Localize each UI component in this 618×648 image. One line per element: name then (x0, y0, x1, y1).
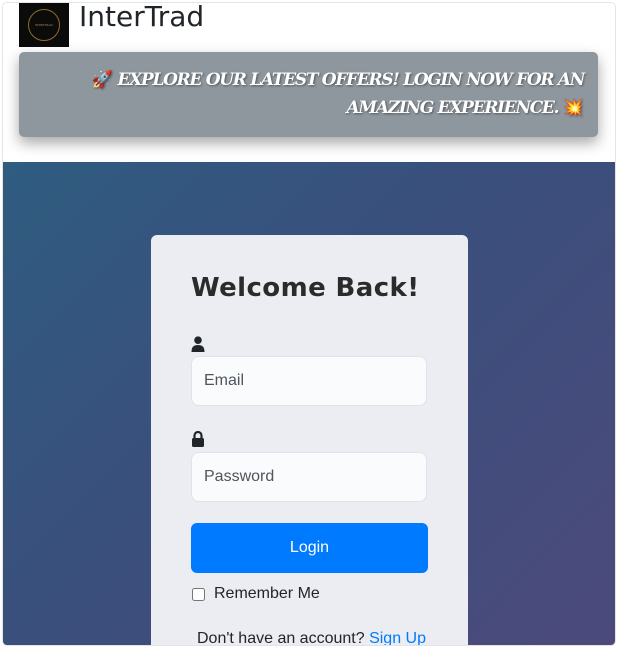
signup-link[interactable]: Sign Up (369, 630, 426, 645)
promo-message: EXPLORE OUR LATEST OFFERS! LOGIN NOW FOR… (112, 70, 585, 118)
login-title: Welcome Back! (191, 273, 420, 303)
login-button[interactable]: Login (191, 523, 428, 573)
remember-me-checkbox[interactable] (192, 587, 205, 601)
remember-me-label: Remember Me (214, 585, 320, 602)
promo-banner: 🚀 EXPLORE OUR LATEST OFFERS! LOGIN NOW F… (19, 52, 598, 137)
brand-name[interactable]: InterTrad (79, 3, 204, 34)
signup-prompt-row: Don't have an account? Sign Up (197, 630, 426, 645)
browser-viewport: INTERTRAD InterTrad 🚀 EXPLORE OUR LATEST… (3, 3, 615, 645)
remember-me-row[interactable]: Remember Me (191, 585, 320, 603)
logo-emblem: INTERTRAD (28, 9, 60, 41)
email-input[interactable] (191, 356, 427, 406)
brand-logo[interactable]: INTERTRAD (19, 3, 69, 47)
password-input[interactable] (191, 452, 427, 502)
hero-section: Welcome Back! Login Remember Me Don't ha… (3, 162, 615, 645)
login-card: Welcome Back! Login Remember Me Don't ha… (151, 235, 468, 645)
lock-icon (192, 431, 204, 447)
user-icon (191, 336, 205, 352)
rocket-icon: 🚀 (91, 70, 113, 90)
signup-prompt-text: Don't have an account? (197, 630, 370, 645)
spark-icon: 💥 (562, 98, 584, 118)
promo-text-block: 🚀 EXPLORE OUR LATEST OFFERS! LOGIN NOW F… (44, 66, 586, 122)
logo-text: INTERTRAD (35, 23, 53, 27)
top-bar: INTERTRAD InterTrad 🚀 EXPLORE OUR LATEST… (3, 3, 615, 162)
